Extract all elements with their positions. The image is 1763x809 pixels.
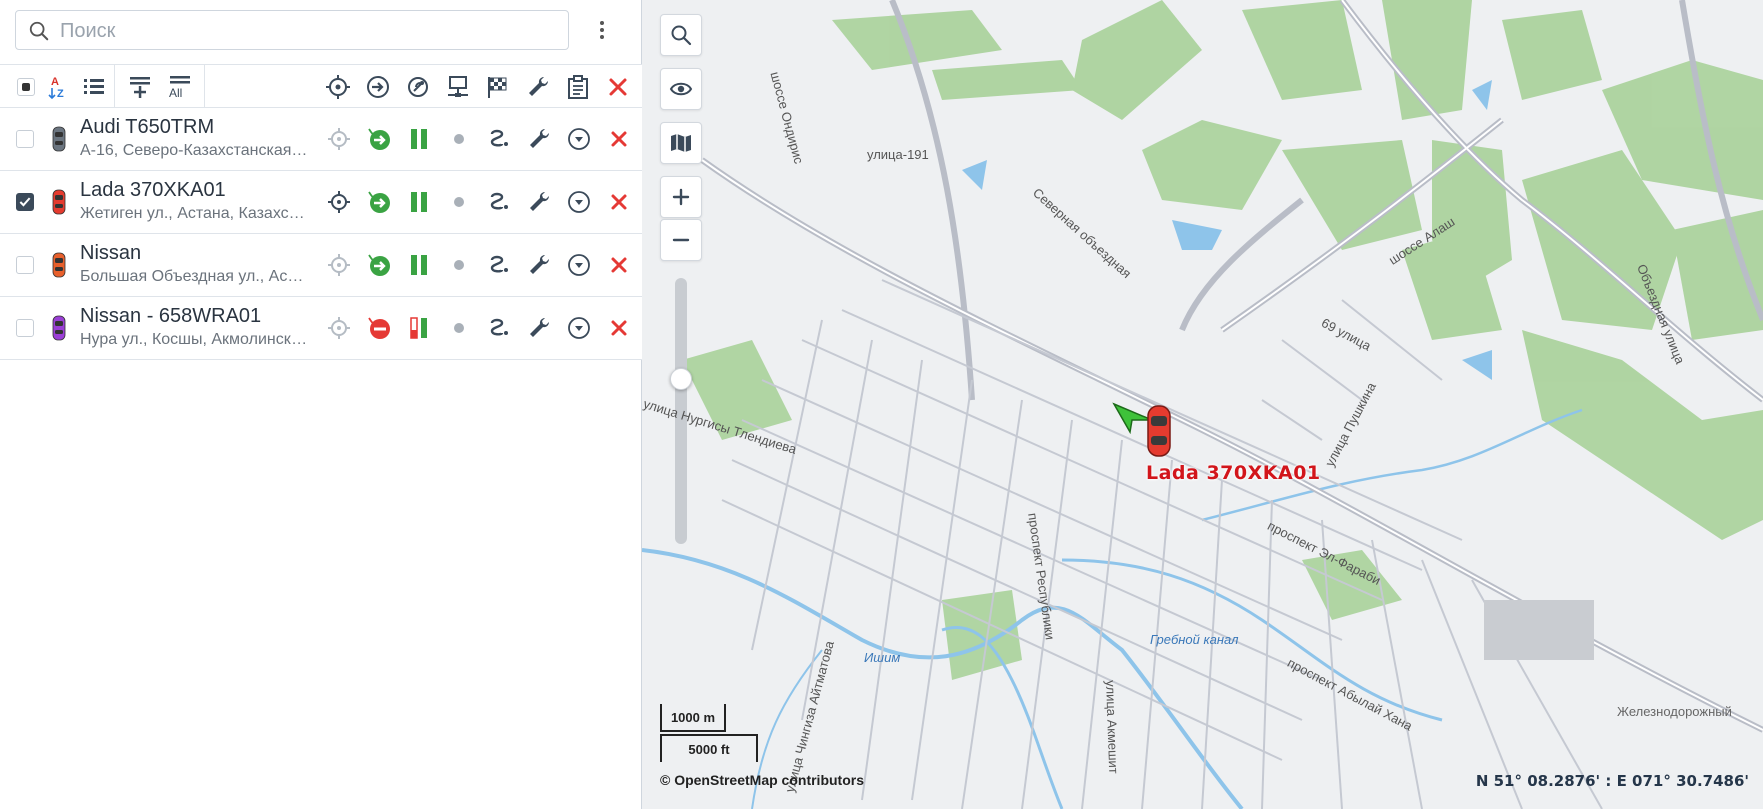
command-status-icon[interactable] [364,124,394,154]
search-input[interactable] [60,17,560,45]
car-icon [44,124,74,154]
locate-unit-icon[interactable] [324,313,354,343]
trip-icon[interactable] [484,250,514,280]
map-search-button[interactable] [660,14,702,56]
car-icon [44,313,74,343]
locate-unit-icon[interactable] [324,187,354,217]
map-label: улица-191 [867,147,929,162]
plus-icon [672,188,690,206]
clipboard-icon[interactable] [562,71,594,103]
map-attribution[interactable]: © OpenStreetMap contributors [660,772,864,788]
wrench-icon[interactable] [522,71,554,103]
map-label: Гребной канал [1150,632,1239,647]
connection-dot-icon[interactable] [444,124,474,154]
battery-status-icon[interactable] [404,250,434,280]
unit-checkbox[interactable] [16,256,34,274]
scale-imperial: 5000 ft [660,734,758,762]
units-toolbar: AZ All [0,64,642,108]
unit-address: Жетиген ул., Астана, Казахстан [80,205,310,222]
locate-unit-icon[interactable] [324,250,354,280]
connection-dot-icon[interactable] [444,250,474,280]
map-label: Ишим [864,650,901,665]
unit-row[interactable]: Lada 370XKA01 Жетиген ул., Астана, Казахс… [0,171,642,234]
trip-icon[interactable] [484,124,514,154]
units-sidebar: AZ All [0,0,642,809]
command-icon[interactable] [362,71,394,103]
battery-status-icon[interactable] [404,124,434,154]
delete-icon[interactable] [602,71,634,103]
trip-icon[interactable] [484,313,514,343]
connection-dot-icon[interactable] [444,313,474,343]
connection-dot-icon[interactable] [444,187,474,217]
command-status-icon[interactable] [364,250,394,280]
car-icon [44,250,74,280]
cursor-coordinates: N 51° 08.2876' : E 071° 30.7486' [1475,772,1749,790]
trip-flag-icon[interactable] [482,71,514,103]
unit-row[interactable]: Nissan Большая Объездная ул., Астана [0,234,642,297]
map-icon [671,134,691,152]
zoom-in-button[interactable] [660,176,702,218]
unit-address: Нура ул., Косшы, Акмолинская обл. [80,331,310,348]
add-group-icon[interactable] [124,71,156,103]
map-label: улица Акмешит [1103,680,1122,774]
delete-unit-icon[interactable] [604,187,634,217]
map-layers-button[interactable] [660,122,702,164]
trip-icon[interactable] [484,187,514,217]
unit-name[interactable]: Nissan - 658WRA01 [80,305,261,328]
delete-unit-icon[interactable] [604,313,634,343]
search-box[interactable] [15,10,569,50]
eye-icon [669,82,693,96]
more-menu-icon[interactable] [592,14,612,46]
minus-icon [672,238,690,242]
car-icon [44,187,74,217]
show-all-icon[interactable]: All [164,71,196,103]
command-status-icon[interactable] [364,187,394,217]
device-icon[interactable] [442,71,474,103]
locate-icon[interactable] [322,71,354,103]
sort-az-icon[interactable]: AZ [44,71,76,103]
search-icon [28,20,50,42]
chevron-down-icon[interactable] [564,250,594,280]
command-status-icon[interactable] [364,313,394,343]
chevron-down-icon[interactable] [564,124,594,154]
map-label: Железнодорожный [1617,704,1732,719]
search-icon [671,25,692,46]
unit-row[interactable]: Nissan - 658WRA01 Нура ул., Косшы, Акмоли… [0,297,642,360]
unit-checkbox[interactable] [16,319,34,337]
wrench-icon[interactable] [524,124,554,154]
visibility-button[interactable] [660,68,702,110]
wrench-icon[interactable] [524,313,554,343]
zoom-slider-thumb[interactable] [670,368,692,390]
wrench-icon[interactable] [524,187,554,217]
unit-name[interactable]: Nissan [80,242,141,265]
unit-name[interactable]: Lada 370XKA01 [80,179,226,202]
chevron-down-icon[interactable] [564,187,594,217]
select-all-checkbox[interactable] [10,71,42,103]
chevron-down-icon[interactable] [564,313,594,343]
map-view[interactable]: улица-191 шоссе Ондирис Северная объездн… [642,0,1763,809]
zoom-out-button[interactable] [660,219,702,261]
locate-unit-icon[interactable] [324,124,354,154]
unit-row[interactable]: Audi T650TRM А-16, Северо-Казахстанская о… [0,108,642,171]
list-icon[interactable] [78,71,110,103]
unit-address: А-16, Северо-Казахстанская обл. [80,142,310,159]
unit-name[interactable]: Audi T650TRM [80,116,214,139]
unit-map-label[interactable]: Lada 370XKA01 [1146,462,1321,484]
unit-address: Большая Объездная ул., Астана [80,268,310,285]
scale-metric: 1000 m [660,704,726,732]
search-row [0,0,642,64]
battery-status-icon[interactable] [404,313,434,343]
svg-text:A: A [51,76,59,88]
unit-checkbox[interactable] [16,130,34,148]
signal-icon[interactable] [402,71,434,103]
unit-checkbox[interactable] [16,193,34,211]
unit-car-marker-icon[interactable] [1144,404,1174,458]
delete-unit-icon[interactable] [604,250,634,280]
battery-status-icon[interactable] [404,187,434,217]
svg-text:All: All [169,86,182,100]
wrench-icon[interactable] [524,250,554,280]
delete-unit-icon[interactable] [604,124,634,154]
svg-text:Z: Z [57,88,64,100]
